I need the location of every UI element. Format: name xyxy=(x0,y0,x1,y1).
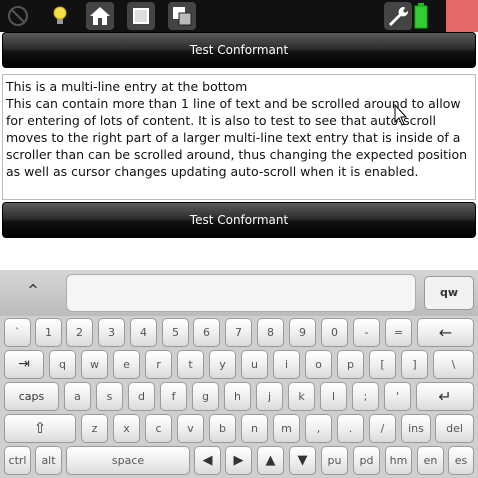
key-backspace[interactable]: ← xyxy=(417,318,474,347)
key-minus[interactable]: - xyxy=(353,318,380,347)
keyboard-top-strip: ⌃ qw xyxy=(0,270,478,316)
key-k[interactable]: k xyxy=(288,382,315,411)
test-conformant-button-bottom[interactable]: Test Conformant xyxy=(2,202,476,238)
wrench-icon[interactable] xyxy=(384,2,412,30)
key-w[interactable]: w xyxy=(81,350,108,379)
keyboard-collapse-button[interactable]: ⌃ xyxy=(4,276,62,312)
top-bar xyxy=(0,0,478,32)
window-icon[interactable] xyxy=(127,2,155,30)
entry-line-1: This is a multi-line entry at the bottom xyxy=(6,79,248,94)
key-escape[interactable]: es xyxy=(448,446,474,475)
close-icon[interactable] xyxy=(446,0,478,32)
key-b[interactable]: b xyxy=(209,414,236,443)
key-d[interactable]: d xyxy=(128,382,155,411)
key-up-arrow[interactable]: ▲ xyxy=(257,446,284,475)
key-del[interactable]: del xyxy=(435,414,474,443)
key-q[interactable]: q xyxy=(49,350,76,379)
disabled-icon[interactable] xyxy=(4,2,32,30)
home-icon[interactable] xyxy=(86,2,114,30)
key-y[interactable]: y xyxy=(209,350,236,379)
key-6[interactable]: 6 xyxy=(193,318,220,347)
key-slash[interactable]: / xyxy=(369,414,396,443)
key-3[interactable]: 3 xyxy=(98,318,125,347)
key-n[interactable]: n xyxy=(241,414,268,443)
key-space[interactable]: space xyxy=(66,446,190,475)
key-semicolon[interactable]: ; xyxy=(352,382,379,411)
battery-icon xyxy=(412,2,430,30)
key-alt[interactable]: alt xyxy=(35,446,62,475)
key-x[interactable]: x xyxy=(113,414,140,443)
key-quote[interactable]: ' xyxy=(384,382,411,411)
keyboard-preview-field[interactable] xyxy=(66,274,416,312)
mouse-pointer-icon xyxy=(394,103,408,126)
key-5[interactable]: 5 xyxy=(162,318,189,347)
key-a[interactable]: a xyxy=(64,382,91,411)
key-period[interactable]: . xyxy=(337,414,364,443)
key-ins[interactable]: ins xyxy=(401,414,431,443)
key-r[interactable]: r xyxy=(145,350,172,379)
key-backslash[interactable]: \ xyxy=(433,350,474,379)
test-conformant-button-top[interactable]: Test Conformant xyxy=(2,32,476,68)
key-8[interactable]: 8 xyxy=(257,318,284,347)
key-g[interactable]: g xyxy=(192,382,219,411)
key-end[interactable]: en xyxy=(417,446,444,475)
key-9[interactable]: 9 xyxy=(289,318,316,347)
key-equals[interactable]: = xyxy=(385,318,412,347)
key-comma[interactable]: , xyxy=(305,414,332,443)
virtual-keyboard: ⌃ qw ` 1 2 3 4 5 6 7 8 9 0 - = ← ⇥ q w e… xyxy=(0,270,478,478)
key-tab[interactable]: ⇥ xyxy=(4,350,44,379)
key-right-arrow[interactable]: ▶ xyxy=(225,446,252,475)
key-page-up[interactable]: pu xyxy=(321,446,348,475)
key-0[interactable]: 0 xyxy=(321,318,348,347)
key-l[interactable]: l xyxy=(320,382,347,411)
keyboard-layout-button[interactable]: qw xyxy=(424,276,474,310)
key-2[interactable]: 2 xyxy=(66,318,93,347)
key-down-arrow[interactable]: ▼ xyxy=(289,446,316,475)
key-i[interactable]: i xyxy=(273,350,300,379)
multiline-entry[interactable]: This is a multi-line entry at the bottom… xyxy=(2,74,476,200)
key-e[interactable]: e xyxy=(113,350,140,379)
key-shift[interactable]: ⇧ xyxy=(4,414,76,443)
key-4[interactable]: 4 xyxy=(130,318,157,347)
key-h[interactable]: h xyxy=(224,382,251,411)
key-c[interactable]: c xyxy=(145,414,172,443)
bulb-icon[interactable] xyxy=(46,2,74,30)
key-v[interactable]: v xyxy=(177,414,204,443)
key-1[interactable]: 1 xyxy=(35,318,62,347)
key-f[interactable]: f xyxy=(160,382,187,411)
key-u[interactable]: u xyxy=(241,350,268,379)
key-t[interactable]: t xyxy=(177,350,204,379)
key-backtick[interactable]: ` xyxy=(4,318,31,347)
key-right-bracket[interactable]: ] xyxy=(401,350,428,379)
key-enter[interactable]: ↵ xyxy=(416,382,474,411)
key-j[interactable]: j xyxy=(256,382,283,411)
key-left-arrow[interactable]: ◀ xyxy=(194,446,221,475)
key-p[interactable]: p xyxy=(337,350,364,379)
key-z[interactable]: z xyxy=(81,414,108,443)
key-caps[interactable]: caps xyxy=(4,382,59,411)
key-ctrl[interactable]: ctrl xyxy=(4,446,31,475)
key-page-down[interactable]: pd xyxy=(353,446,380,475)
key-m[interactable]: m xyxy=(273,414,300,443)
key-left-bracket[interactable]: [ xyxy=(369,350,396,379)
key-7[interactable]: 7 xyxy=(225,318,252,347)
key-o[interactable]: o xyxy=(305,350,332,379)
key-s[interactable]: s xyxy=(96,382,123,411)
windows-icon[interactable] xyxy=(168,2,196,30)
key-home[interactable]: hm xyxy=(385,446,412,475)
